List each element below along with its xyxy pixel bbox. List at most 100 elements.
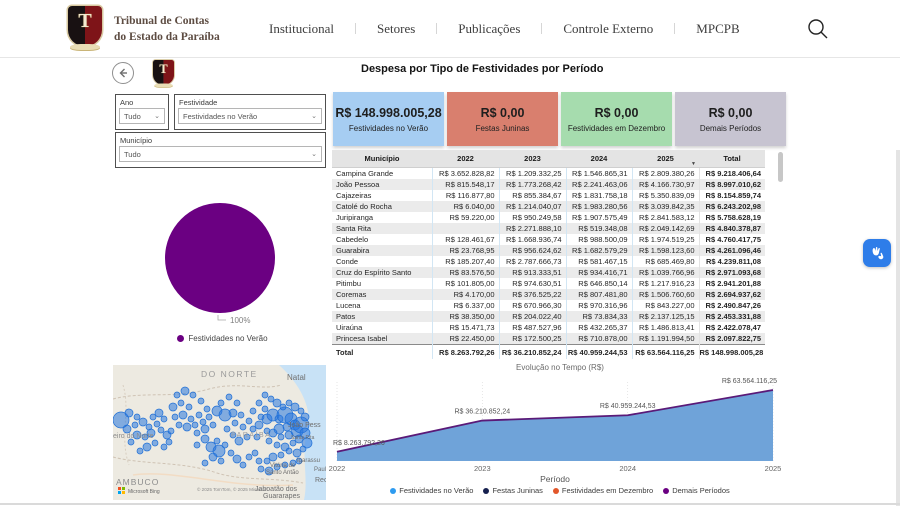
- map-bubble[interactable]: [186, 404, 192, 410]
- map-bubble[interactable]: [176, 422, 182, 428]
- map-bubble[interactable]: [278, 452, 284, 458]
- search-icon[interactable]: [806, 17, 830, 41]
- map-bubble[interactable]: [258, 466, 264, 472]
- map-bubble[interactable]: [181, 387, 189, 395]
- map-bubble[interactable]: [201, 435, 209, 443]
- map-bubble[interactable]: [250, 408, 256, 414]
- map-bubble[interactable]: [238, 412, 244, 418]
- map-bubble[interactable]: [209, 453, 217, 461]
- table-row[interactable]: Santa RitaR$ 2.271.888,10R$ 519.348,08R$…: [332, 223, 765, 234]
- area-chart[interactable]: R$ 8.263.792,26R$ 36.210.852,24R$ 40.959…: [330, 376, 795, 464]
- nav-item-institucional[interactable]: Institucional: [248, 21, 355, 37]
- table-row[interactable]: JuripirangaR$ 59.220,00R$ 950.249,58R$ 1…: [332, 212, 765, 223]
- map-bubble[interactable]: [125, 409, 133, 417]
- map-bubble[interactable]: [210, 422, 216, 428]
- map-bubble[interactable]: [291, 403, 299, 411]
- map-bubble[interactable]: [269, 453, 277, 461]
- map-bubble[interactable]: [226, 394, 232, 400]
- table-row[interactable]: PatosR$ 38.350,00R$ 204.022,40R$ 73.834,…: [332, 311, 765, 322]
- map-bubble[interactable]: [155, 409, 163, 417]
- map-bubble[interactable]: [240, 424, 246, 430]
- back-button[interactable]: [112, 62, 134, 84]
- map-bubble[interactable]: [169, 403, 177, 411]
- col-header-município[interactable]: Município: [332, 150, 432, 168]
- map-bubble[interactable]: [228, 450, 234, 456]
- map-bubble[interactable]: [196, 412, 202, 418]
- map-bubble[interactable]: [224, 426, 230, 432]
- map-bubble[interactable]: [158, 427, 164, 433]
- map-bubble[interactable]: [256, 400, 262, 406]
- nav-item-setores[interactable]: Setores: [356, 21, 436, 37]
- map-bubble[interactable]: [152, 440, 158, 446]
- map-bubble[interactable]: [256, 458, 262, 464]
- table-row[interactable]: CabedeloR$ 128.461,67R$ 1.668.936,74R$ 9…: [332, 234, 765, 245]
- map-bubble[interactable]: [218, 458, 224, 464]
- nav-item-mpcpb[interactable]: MPCPB: [675, 21, 760, 37]
- map-bubble[interactable]: [222, 442, 228, 448]
- map-bubble[interactable]: [218, 400, 224, 406]
- table-row[interactable]: Catolé do RochaR$ 6.040,00R$ 1.214.040,0…: [332, 201, 765, 212]
- map-bubble[interactable]: [204, 406, 210, 412]
- table-row[interactable]: GuarabiraR$ 23.768,95R$ 956.624,62R$ 1.6…: [332, 245, 765, 256]
- col-header-2024[interactable]: 2024: [566, 150, 632, 168]
- map-bubble[interactable]: [192, 422, 198, 428]
- table-row[interactable]: Princesa IsabelR$ 22.450,00R$ 172.500,25…: [332, 333, 765, 345]
- map-bubble[interactable]: [252, 450, 258, 456]
- map-bubble[interactable]: [206, 414, 212, 420]
- map-bubble[interactable]: [240, 462, 246, 468]
- col-header-2025[interactable]: 2025▼: [632, 150, 699, 168]
- map-bubble[interactable]: [172, 414, 178, 420]
- map-bubble[interactable]: [246, 418, 252, 424]
- pie-slice-festividades-verao[interactable]: [165, 203, 275, 313]
- map-bubble[interactable]: [198, 398, 204, 404]
- expense-table[interactable]: Município2022202320242025▼TotalCampina G…: [332, 150, 765, 359]
- col-header-total[interactable]: Total: [699, 150, 765, 168]
- map-bubble[interactable]: [278, 434, 284, 440]
- map-bubble[interactable]: [132, 422, 138, 428]
- table-scrollbar[interactable]: [778, 152, 783, 182]
- map-bubble[interactable]: [273, 399, 281, 407]
- map-bubble[interactable]: [179, 411, 187, 419]
- map-bubble[interactable]: [286, 448, 292, 454]
- col-header-2023[interactable]: 2023: [499, 150, 566, 168]
- table-row[interactable]: CondeR$ 185.207,40R$ 2.787.666,73R$ 581.…: [332, 256, 765, 267]
- map-bubble[interactable]: [201, 425, 209, 433]
- page-scrollbar[interactable]: [896, 150, 900, 506]
- table-row[interactable]: PitimbuR$ 101.805,00R$ 974.630,51R$ 646.…: [332, 278, 765, 289]
- map-bubble[interactable]: [293, 449, 301, 457]
- map-bubble[interactable]: [194, 430, 200, 436]
- table-row[interactable]: Cruz do Espírito SantoR$ 83.576,50R$ 913…: [332, 267, 765, 278]
- map-bubble[interactable]: [286, 400, 292, 406]
- map-bubble[interactable]: [268, 396, 274, 402]
- map-visual[interactable]: DO NORTENatalPARAÍBAJoão PessSanta RitaI…: [113, 365, 326, 500]
- map-bubble[interactable]: [183, 423, 191, 431]
- map-bubble[interactable]: [262, 392, 268, 398]
- table-row[interactable]: UiraúnaR$ 15.471,73R$ 487.527,96R$ 432.2…: [332, 322, 765, 333]
- map-bubble[interactable]: [274, 442, 280, 448]
- map-bubble[interactable]: [232, 420, 238, 426]
- map-bubble[interactable]: [166, 439, 172, 445]
- table-row[interactable]: Campina GrandeR$ 3.652.828,82R$ 1.209.33…: [332, 168, 765, 180]
- map-bubble[interactable]: [143, 443, 151, 451]
- map-bubble[interactable]: [137, 448, 143, 454]
- map-bubble[interactable]: [134, 414, 140, 420]
- map-bubble[interactable]: [161, 444, 167, 450]
- filter-municipio-dropdown[interactable]: Tudo ⌄: [119, 146, 322, 162]
- map-bubble[interactable]: [139, 418, 147, 426]
- map-bubble[interactable]: [188, 416, 194, 422]
- legend-item-festividades-no-verão[interactable]: Festividades no Verão: [390, 486, 473, 495]
- map-bubble[interactable]: [174, 392, 180, 398]
- legend-item-festas-juninas[interactable]: Festas Juninas: [483, 486, 542, 495]
- map-bubble[interactable]: [154, 421, 160, 427]
- map-bubble[interactable]: [301, 413, 309, 421]
- map-bubble[interactable]: [233, 455, 241, 463]
- map-bubble[interactable]: [229, 409, 237, 417]
- map-bubble[interactable]: [202, 460, 208, 466]
- map-bubble[interactable]: [200, 419, 206, 425]
- map-bubble[interactable]: [123, 425, 131, 433]
- nav-item-controle-externo[interactable]: Controle Externo: [542, 21, 674, 37]
- filter-festividade-dropdown[interactable]: Festividades no Verão ⌄: [178, 108, 322, 124]
- table-row[interactable]: CajazeirasR$ 116.877,80R$ 855.384,67R$ 1…: [332, 190, 765, 201]
- map-bubble[interactable]: [234, 400, 240, 406]
- nav-item-publicações[interactable]: Publicações: [437, 21, 541, 37]
